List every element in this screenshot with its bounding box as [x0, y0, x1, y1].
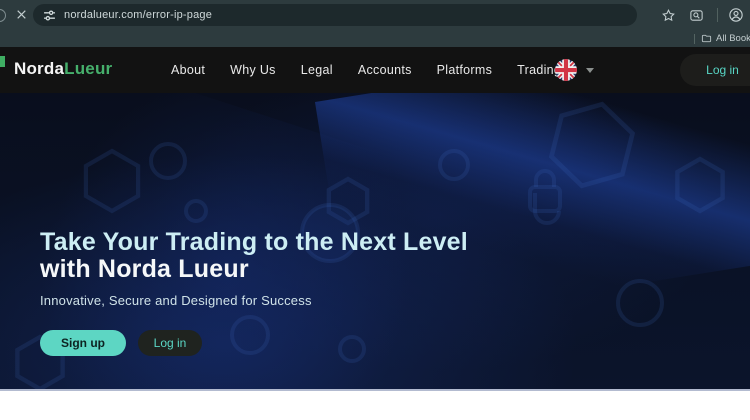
all-bookmarks-button[interactable]: All Bookmarks: [694, 30, 750, 47]
next-section-strip: [0, 391, 750, 420]
nav-menu: About Why Us Legal Accounts Platforms Tr…: [171, 47, 561, 93]
folder-icon: [701, 33, 712, 44]
logo-part2: Lueur: [64, 59, 112, 78]
nav-item-accounts[interactable]: Accounts: [358, 63, 412, 77]
site-navbar: NordaLueur About Why Us Legal Accounts P…: [0, 47, 750, 93]
hero-title: Take Your Trading to the Next Level with…: [40, 229, 468, 283]
hero-title-line2: with Norda Lueur: [40, 256, 468, 283]
url-text[interactable]: nordalueur.com/error-ip-page: [64, 9, 212, 21]
toolbar-divider: [717, 8, 718, 22]
uk-flag-icon: [555, 59, 577, 81]
language-selector[interactable]: [555, 59, 594, 81]
bookmarks-divider: [694, 34, 695, 44]
profile-icon[interactable]: [728, 7, 744, 23]
hero-title-line1: Take Your Trading to the Next Level: [40, 229, 468, 256]
browser-toolbar: nordalueur.com/error-ip-page: [0, 0, 750, 30]
nav-login-button[interactable]: Log in: [680, 54, 750, 86]
hero-cta-row: Sign up Log in: [40, 330, 202, 356]
logo-part1: Norda: [14, 59, 64, 78]
nav-item-platforms[interactable]: Platforms: [437, 63, 493, 77]
bookmarks-bar: All Bookmarks: [0, 30, 750, 47]
site-settings-tune-icon[interactable]: [43, 9, 56, 22]
browser-window: nordalueur.com/error-ip-page All Bookmar…: [0, 0, 750, 420]
address-bar[interactable]: nordalueur.com/error-ip-page: [33, 4, 637, 26]
tab-audio-icon: [0, 9, 6, 22]
site-logo[interactable]: NordaLueur: [14, 59, 112, 79]
nav-item-legal[interactable]: Legal: [301, 63, 333, 77]
hero-subtitle: Innovative, Secure and Designed for Succ…: [40, 293, 312, 308]
bookmark-star-icon[interactable]: [661, 8, 676, 23]
chevron-down-icon: [586, 68, 594, 73]
side-panel-search-icon[interactable]: [689, 8, 704, 23]
close-tab-icon[interactable]: [15, 8, 28, 21]
nav-item-about[interactable]: About: [171, 63, 205, 77]
signup-button[interactable]: Sign up: [40, 330, 126, 356]
hero-login-button[interactable]: Log in: [138, 330, 202, 356]
all-bookmarks-label: All Bookmarks: [716, 33, 750, 44]
logo-mark-icon: [0, 56, 5, 67]
hero-section: Take Your Trading to the Next Level with…: [0, 93, 750, 391]
nav-item-why-us[interactable]: Why Us: [230, 63, 276, 77]
toolbar-actions: [661, 0, 750, 30]
